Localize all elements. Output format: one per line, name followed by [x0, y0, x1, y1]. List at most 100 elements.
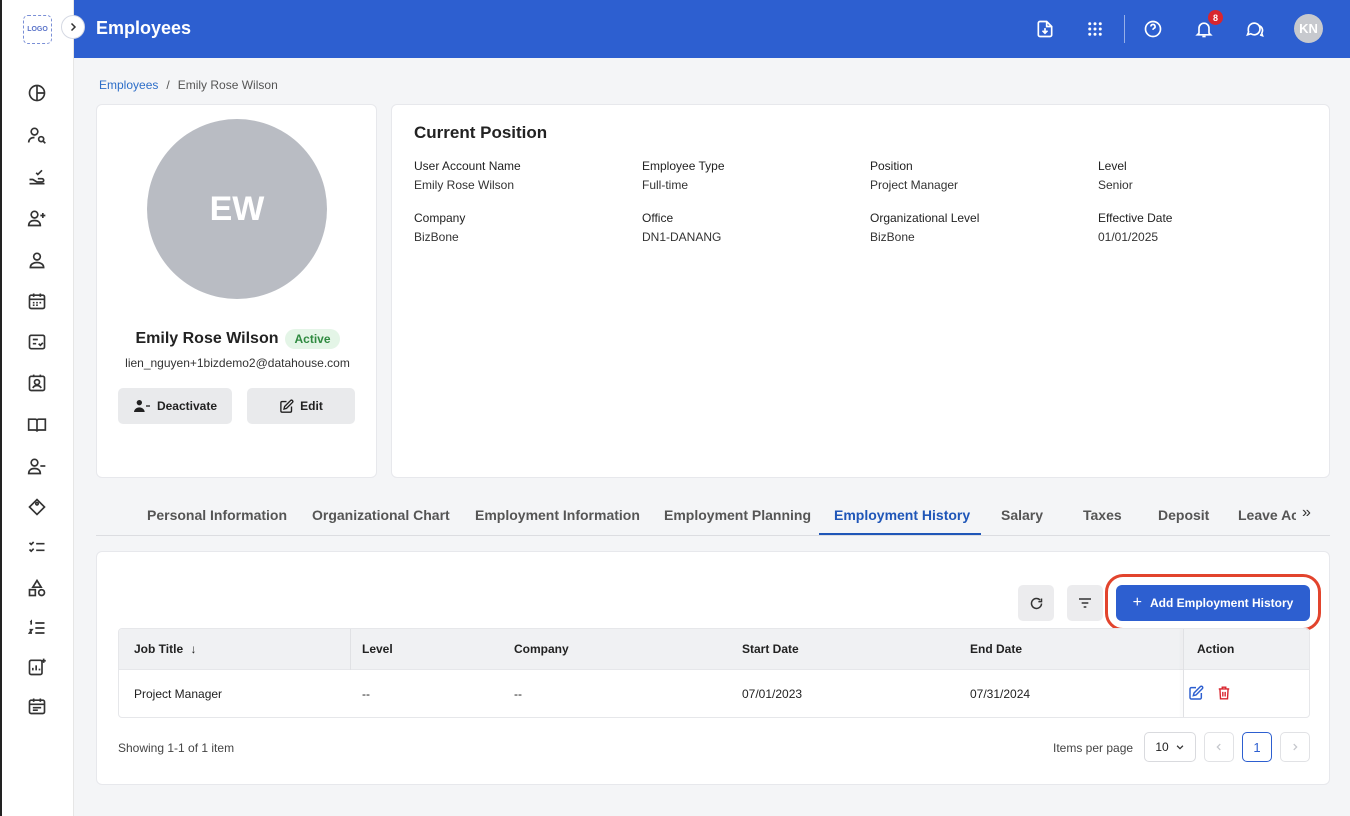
- field-user-account-name: User Account Name Emily Rose Wilson: [414, 159, 521, 192]
- row-delete-icon[interactable]: [1217, 685, 1231, 704]
- logo-text: LOGO: [27, 26, 48, 33]
- next-page-button[interactable]: [1280, 732, 1310, 762]
- field-label: Company: [414, 211, 466, 225]
- header-divider: [1124, 15, 1125, 43]
- breadcrumb-employees-link[interactable]: Employees: [99, 78, 158, 92]
- field-label: User Account Name: [414, 159, 521, 173]
- deactivate-button[interactable]: Deactivate: [118, 388, 232, 424]
- column-header-job-title[interactable]: Job Title ↓: [134, 642, 196, 656]
- cell-company: --: [514, 687, 522, 701]
- field-value: Senior: [1098, 178, 1133, 192]
- field-employee-type: Employee Type Full-time: [642, 159, 725, 192]
- status-badge: Active: [285, 329, 340, 349]
- field-effective-date: Effective Date 01/01/2025: [1098, 211, 1172, 244]
- edit-icon: [280, 399, 294, 413]
- tab-employment-planning[interactable]: Employment Planning: [664, 507, 811, 523]
- field-label: Effective Date: [1098, 211, 1173, 225]
- refresh-button[interactable]: [1018, 585, 1054, 621]
- tab-organizational-chart[interactable]: Organizational Chart: [312, 507, 450, 523]
- field-label: Office: [642, 211, 674, 225]
- chevron-down-icon: [1176, 745, 1184, 750]
- tab-deposit[interactable]: Deposit: [1158, 507, 1209, 523]
- tabs-scroll-right-icon[interactable]: »: [1302, 504, 1311, 522]
- field-value: 01/01/2025: [1098, 230, 1159, 244]
- column-divider: [350, 629, 351, 670]
- tab-employment-information[interactable]: Employment Information: [475, 507, 640, 523]
- top-header: Employees 8 KN: [74, 0, 1350, 58]
- notification-count-badge: 8: [1208, 10, 1223, 25]
- profile-name-row: Emily Rose Wilson Active: [97, 329, 378, 349]
- tab-personal-information[interactable]: Personal Information: [147, 507, 287, 523]
- shapes-icon[interactable]: [25, 576, 49, 600]
- active-tab-indicator: [819, 533, 981, 535]
- field-organizational-level: Organizational Level BizBone: [870, 211, 979, 244]
- tab-salary[interactable]: Salary: [1001, 507, 1043, 523]
- items-per-page-label: Items per page: [1053, 741, 1134, 755]
- breadcrumb: Employees / Emily Rose Wilson: [99, 78, 278, 92]
- add-user-icon[interactable]: [25, 206, 49, 230]
- contact-card-icon[interactable]: [25, 371, 49, 395]
- cell-job-title: Project Manager: [134, 687, 223, 701]
- sidebar-toggle-button[interactable]: [61, 15, 85, 39]
- tab-employment-history[interactable]: Employment History: [834, 507, 970, 523]
- field-value: Full-time: [642, 178, 689, 192]
- calendar-icon[interactable]: [25, 289, 49, 313]
- field-position: Position Project Manager: [870, 159, 958, 192]
- apps-grid-icon[interactable]: [1083, 17, 1107, 41]
- field-value: Emily Rose Wilson: [414, 178, 515, 192]
- field-label: Level: [1098, 159, 1127, 173]
- chat-icon[interactable]: [1243, 17, 1267, 41]
- download-file-icon[interactable]: [1033, 17, 1057, 41]
- checklist-icon[interactable]: [25, 330, 49, 354]
- items-per-page-select[interactable]: 10: [1144, 732, 1196, 762]
- current-position-card: Current Position User Account Name Emily…: [391, 104, 1330, 478]
- task-list-icon[interactable]: [25, 535, 49, 559]
- user-icon[interactable]: [25, 248, 49, 272]
- field-level: Level Senior: [1098, 159, 1133, 192]
- field-label: Position: [870, 159, 913, 173]
- filter-icon: [1079, 598, 1091, 608]
- approval-hand-icon[interactable]: [25, 165, 49, 189]
- edit-button[interactable]: Edit: [247, 388, 355, 424]
- schedule-icon[interactable]: [25, 694, 49, 718]
- items-per-page-value: 10: [1155, 740, 1169, 754]
- page-1-button[interactable]: 1: [1242, 732, 1272, 762]
- field-value: BizBone: [414, 230, 459, 244]
- app-logo[interactable]: LOGO: [23, 15, 52, 44]
- filter-button[interactable]: [1067, 585, 1103, 621]
- column-header-label: Job Title: [134, 642, 184, 656]
- previous-page-button[interactable]: [1204, 732, 1234, 762]
- chevron-right-icon: [70, 22, 77, 32]
- field-value: DN1-DANANG: [642, 230, 722, 244]
- highlight-outline: [1105, 574, 1321, 631]
- breadcrumb-separator: /: [166, 78, 170, 92]
- field-label: Employee Type: [642, 159, 725, 173]
- column-header-company: Company: [514, 642, 569, 656]
- chevron-right-icon: [1293, 743, 1298, 751]
- column-header-level: Level: [362, 642, 393, 656]
- help-icon[interactable]: [1141, 17, 1165, 41]
- user-avatar[interactable]: KN: [1294, 14, 1323, 43]
- chevron-left-icon: [1216, 743, 1221, 751]
- field-value: BizBone: [870, 230, 915, 244]
- book-icon[interactable]: [25, 413, 49, 437]
- remove-user-icon[interactable]: [25, 454, 49, 478]
- ordered-list-icon[interactable]: [25, 616, 49, 640]
- tab-taxes[interactable]: Taxes: [1083, 507, 1122, 523]
- pagination-summary: Showing 1-1 of 1 item: [118, 741, 235, 755]
- row-edit-icon[interactable]: [1188, 685, 1204, 704]
- action-column-divider: [1183, 629, 1184, 717]
- dashboard-icon[interactable]: [25, 81, 49, 105]
- column-header-start-date: Start Date: [742, 642, 799, 656]
- user-search-icon[interactable]: [25, 123, 49, 147]
- profile-tabs: Personal Information Organizational Char…: [96, 498, 1330, 536]
- sort-arrow-down-icon[interactable]: ↓: [190, 642, 196, 656]
- column-header-action: Action: [1197, 642, 1235, 656]
- field-value: Project Manager: [870, 178, 959, 192]
- employment-history-table: Job Title ↓ Level Company Start Date End…: [118, 628, 1310, 718]
- field-label: Organizational Level: [870, 211, 980, 225]
- tab-leave-accrual[interactable]: Leave Ac: [1238, 507, 1296, 523]
- report-add-icon[interactable]: [25, 655, 49, 679]
- current-position-title: Current Position: [414, 123, 548, 142]
- tag-icon[interactable]: [25, 495, 49, 519]
